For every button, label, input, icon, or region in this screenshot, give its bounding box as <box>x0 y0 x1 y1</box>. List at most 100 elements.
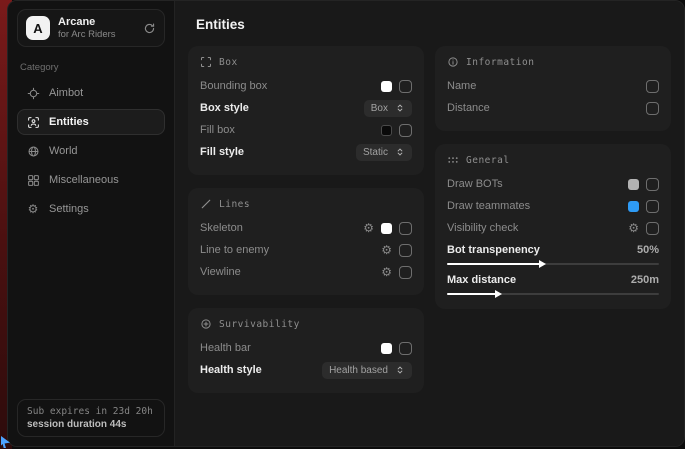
info-icon <box>447 56 459 68</box>
sidebar: A Arcane for Arc Riders Category Aimbot <box>8 1 175 446</box>
sidebar-item-aimbot[interactable]: Aimbot <box>17 80 165 106</box>
visibility-check-checkbox[interactable] <box>646 222 659 235</box>
health-style-dropdown[interactable]: Health based <box>322 362 412 379</box>
slider-fill <box>447 293 496 295</box>
setting-row-health-bar: Health bar <box>200 337 412 359</box>
setting-label: Visibility check <box>447 222 628 234</box>
sub-expiry-text: Sub expires in 23d 20h <box>27 406 155 417</box>
dropdown-value: Health based <box>329 365 388 376</box>
sidebar-nav: Aimbot Entities World <box>17 80 165 222</box>
color-swatch[interactable] <box>628 179 639 190</box>
fill-style-dropdown[interactable]: Static <box>356 144 412 161</box>
chevron-up-down-icon <box>395 365 405 375</box>
app-title: Arcane <box>58 16 116 28</box>
slider-thumb[interactable] <box>539 260 546 268</box>
settings-gear-icon[interactable]: ⚙ <box>381 266 392 278</box>
bot-transparency-slider[interactable] <box>447 263 659 265</box>
setting-label: Draw BOTs <box>447 178 628 190</box>
setting-label: Line to enemy <box>200 244 381 256</box>
draw-teammates-checkbox[interactable] <box>646 200 659 213</box>
slider-thumb[interactable] <box>495 290 502 298</box>
max-distance-slider[interactable] <box>447 293 659 295</box>
setting-row-distance: Distance <box>447 97 659 119</box>
dropdown-value: Box <box>371 103 388 114</box>
app-avatar: A <box>26 16 50 40</box>
crosshair-icon <box>26 87 40 100</box>
app-subtitle: for Arc Riders <box>58 29 116 40</box>
setting-label: Name <box>447 80 646 92</box>
setting-row-line-to-enemy: Line to enemy ⚙ <box>200 239 412 261</box>
color-swatch[interactable] <box>628 201 639 212</box>
sidebar-item-settings[interactable]: ⚙ Settings <box>17 196 165 222</box>
page-title: Entities <box>196 17 671 32</box>
sidebar-item-label: Settings <box>49 203 89 215</box>
box-style-dropdown[interactable]: Box <box>364 100 412 117</box>
app-header: A Arcane for Arc Riders <box>17 9 165 47</box>
card-title: Lines <box>219 199 250 210</box>
sidebar-item-miscellaneous[interactable]: Miscellaneous <box>17 167 165 193</box>
main-panel: Entities Box Bounding box <box>175 1 684 446</box>
color-swatch[interactable] <box>381 125 392 136</box>
right-column: Information Name Distance <box>435 46 671 309</box>
bot-transparency-group: Bot transpenency 50% <box>447 244 659 265</box>
subscription-card: Sub expires in 23d 20h session duration … <box>17 399 165 437</box>
health-cross-icon <box>200 318 212 330</box>
refresh-icon[interactable] <box>143 22 156 35</box>
card-title: Information <box>466 57 534 68</box>
setting-label: Health bar <box>200 342 381 354</box>
bounding-box-checkbox[interactable] <box>399 80 412 93</box>
sidebar-item-world[interactable]: World <box>17 138 165 164</box>
draw-bots-checkbox[interactable] <box>646 178 659 191</box>
sidebar-item-label: World <box>49 145 78 157</box>
grid-icon <box>26 174 40 187</box>
lines-card: Lines Skeleton ⚙ Line to enemy ⚙ <box>188 188 424 295</box>
name-checkbox[interactable] <box>646 80 659 93</box>
left-column: Box Bounding box Box style Box <box>188 46 424 393</box>
setting-row-viewline: Viewline ⚙ <box>200 261 412 283</box>
arcane-menu-window: A Arcane for Arc Riders Category Aimbot <box>7 0 685 447</box>
setting-label: Distance <box>447 102 646 114</box>
slider-fill <box>447 263 540 265</box>
fill-box-checkbox[interactable] <box>399 124 412 137</box>
setting-label: Bounding box <box>200 80 381 92</box>
sidebar-item-label: Aimbot <box>49 87 83 99</box>
card-title: General <box>466 155 510 166</box>
setting-row-bounding-box: Bounding box <box>200 75 412 97</box>
category-label: Category <box>20 62 162 73</box>
line-to-enemy-checkbox[interactable] <box>399 244 412 257</box>
viewline-checkbox[interactable] <box>399 266 412 279</box>
information-card: Information Name Distance <box>435 46 671 131</box>
distance-checkbox[interactable] <box>646 102 659 115</box>
color-swatch[interactable] <box>381 223 392 234</box>
settings-gear-icon[interactable]: ⚙ <box>363 222 374 234</box>
entities-scan-icon <box>26 116 40 129</box>
skeleton-checkbox[interactable] <box>399 222 412 235</box>
sidebar-item-label: Miscellaneous <box>49 174 119 186</box>
settings-gear-icon[interactable]: ⚙ <box>628 222 639 234</box>
setting-row-draw-bots: Draw BOTs <box>447 173 659 195</box>
setting-label: Bot transpenency <box>447 244 637 256</box>
chevron-up-down-icon <box>395 103 405 113</box>
setting-label: Fill style <box>200 146 356 158</box>
setting-row-name: Name <box>447 75 659 97</box>
gear-icon: ⚙ <box>26 203 40 215</box>
setting-label: Draw teammates <box>447 200 628 212</box>
color-swatch[interactable] <box>381 343 392 354</box>
app-meta: Arcane for Arc Riders <box>58 16 116 40</box>
setting-row-draw-teammates: Draw teammates <box>447 195 659 217</box>
general-card: General Draw BOTs Draw teammates <box>435 144 671 309</box>
color-swatch[interactable] <box>381 81 392 92</box>
box-corners-icon <box>200 56 212 68</box>
setting-row-visibility-check: Visibility check ⚙ <box>447 217 659 239</box>
line-icon <box>200 198 212 210</box>
max-distance-group: Max distance 250m <box>447 274 659 295</box>
slider-value: 250m <box>631 274 659 286</box>
settings-gear-icon[interactable]: ⚙ <box>381 244 392 256</box>
setting-row-fill-style: Fill style Static <box>200 141 412 163</box>
globe-icon <box>26 145 40 158</box>
chevron-up-down-icon <box>395 147 405 157</box>
health-bar-checkbox[interactable] <box>399 342 412 355</box>
setting-row-box-style: Box style Box <box>200 97 412 119</box>
session-duration-text: session duration 44s <box>27 419 155 430</box>
sidebar-item-entities[interactable]: Entities <box>17 109 165 135</box>
